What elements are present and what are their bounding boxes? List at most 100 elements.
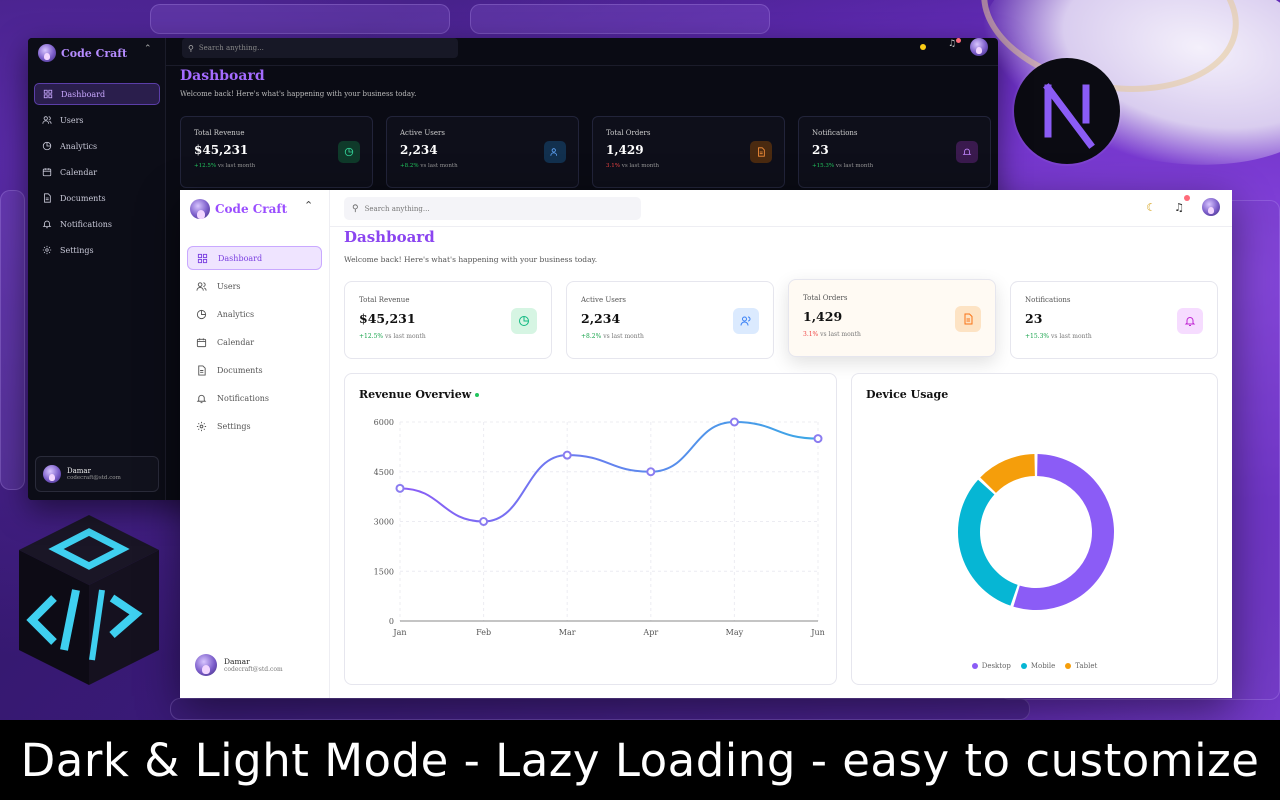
legend-item-mobile[interactable]: Mobile — [1020, 662, 1055, 670]
x-tick-label: Apr — [642, 628, 658, 637]
y-tick-label: 0 — [389, 617, 394, 626]
avatar — [43, 465, 61, 483]
stat-change: +12.5% vs last month — [194, 163, 256, 169]
chevron-up-icon[interactable]: ⌃ — [304, 199, 313, 212]
y-tick-label: 6000 — [374, 418, 394, 427]
sidebar-item-settings[interactable]: Settings — [34, 239, 160, 261]
bell-icon[interactable]: ♫ — [948, 39, 956, 49]
page-title: Dashboard — [180, 68, 265, 84]
decor-card — [470, 4, 770, 34]
sidebar-item-label: Users — [217, 281, 241, 291]
y-tick-label: 3000 — [374, 518, 394, 527]
sidebar-item-dashboard[interactable]: Dashboard — [34, 83, 160, 105]
sidebar-item-label: Dashboard — [61, 89, 106, 99]
data-point — [813, 434, 823, 444]
brand-logo-icon — [190, 199, 210, 219]
pie-chart-icon — [511, 308, 537, 334]
sidebar-item-notifications[interactable]: Notifications — [34, 213, 160, 235]
bell-icon — [956, 141, 978, 163]
legend-item-tablet[interactable]: Tablet — [1065, 662, 1097, 670]
sidebar-item-analytics[interactable]: Analytics — [187, 302, 322, 326]
x-tick-label: Jan — [392, 628, 406, 637]
light-nav: Dashboard Users Analytics Calendar Docum… — [187, 246, 322, 442]
revenue-line-chart: 6000 4500 3000 1500 0 Jan Feb Mar Apr May Jun — [374, 417, 825, 637]
avatar[interactable] — [1202, 198, 1220, 216]
sidebar-item-label: Calendar — [217, 337, 255, 347]
document-icon — [44, 193, 51, 203]
sidebar-item-label: Settings — [217, 421, 251, 431]
chevron-up-icon[interactable]: ⌃ — [144, 44, 152, 54]
stat-card-orders: Total Orders 1,429 3.1% vs last month — [592, 116, 785, 188]
stat-title: Total Revenue — [359, 296, 410, 304]
users-icon — [196, 281, 207, 291]
calendar-icon — [196, 337, 207, 347]
light-user-profile[interactable]: Damar codecraft@std.com — [195, 654, 283, 676]
stat-title: Notifications — [1025, 296, 1071, 304]
stat-card-users: Active Users 2,234 +8.2% vs last month — [386, 116, 579, 188]
stat-value: 23 — [812, 143, 829, 157]
stat-change: +15.3% vs last month — [812, 163, 874, 169]
dark-sidebar: Code Craft ⌃ Dashboard Users Analytics C… — [28, 38, 166, 500]
banner-text: Dark & Light Mode - Lazy Loading - easy … — [20, 733, 1260, 787]
stat-value: $45,231 — [194, 143, 249, 157]
sidebar-item-dashboard[interactable]: Dashboard — [187, 246, 322, 270]
sidebar-item-settings[interactable]: Settings — [187, 414, 322, 438]
moon-icon[interactable]: ☾ — [1146, 201, 1156, 214]
x-tick-label: Feb — [476, 628, 491, 637]
dark-brand[interactable]: Code Craft — [38, 44, 127, 62]
users-icon — [733, 308, 759, 334]
sidebar-item-documents[interactable]: Documents — [34, 187, 160, 209]
search-icon: ⚲ — [352, 203, 359, 214]
legend-item-desktop[interactable]: Desktop — [971, 662, 1011, 670]
sidebar-item-label: Documents — [217, 365, 263, 375]
bell-icon — [1177, 308, 1203, 334]
sidebar-item-label: Notifications — [217, 393, 270, 403]
stat-card-users: Active Users 2,234 +8.2% vs last month — [566, 281, 774, 359]
search-placeholder: Search anything... — [198, 44, 264, 52]
revenue-overview-panel: Revenue Overview 6000 4500 3000 1500 0 Jan Feb… — [344, 373, 837, 685]
sidebar-item-calendar[interactable]: Calendar — [34, 161, 160, 183]
dark-user-profile[interactable]: Damar codecraft@std.com — [35, 456, 159, 492]
bell-icon — [42, 220, 52, 229]
document-icon — [955, 306, 981, 332]
stat-title: Active Users — [400, 129, 445, 137]
sidebar-item-label: Settings — [60, 245, 94, 255]
user-name: Damar — [67, 467, 91, 475]
search-input[interactable]: ⚲ Search anything... — [344, 197, 641, 220]
avatar[interactable] — [970, 38, 988, 56]
donut-slice-desktop — [1013, 454, 1114, 610]
sidebar-item-analytics[interactable]: Analytics — [34, 135, 160, 157]
stat-title: Notifications — [812, 129, 858, 137]
stat-title: Total Orders — [803, 294, 848, 302]
sun-icon[interactable] — [920, 44, 926, 50]
stat-value: 2,234 — [400, 143, 438, 157]
sidebar-item-users[interactable]: Users — [34, 109, 160, 131]
sidebar-item-label: Calendar — [60, 167, 98, 177]
grid-icon — [43, 89, 53, 99]
donut-slice-mobile — [958, 479, 1018, 606]
code-cube-logo-icon — [14, 510, 164, 690]
sidebar-item-label: Dashboard — [218, 253, 263, 263]
promo-banner: Dark & Light Mode - Lazy Loading - easy … — [0, 720, 1280, 800]
search-input[interactable]: ⚲ Search anything... — [182, 38, 458, 58]
sidebar-item-label: Users — [60, 115, 84, 125]
sidebar-item-users[interactable]: Users — [187, 274, 322, 298]
sidebar-item-notifications[interactable]: Notifications — [187, 386, 322, 410]
stat-title: Active Users — [581, 296, 626, 304]
bell-icon[interactable]: ♫ — [1174, 194, 1190, 214]
sidebar-item-documents[interactable]: Documents — [187, 358, 322, 382]
x-tick-label: Mar — [559, 628, 576, 637]
nextjs-logo-icon — [1014, 58, 1120, 164]
light-brand[interactable]: Code Craft — [190, 199, 287, 219]
sidebar-item-label: Notifications — [60, 219, 113, 229]
decor-card — [170, 698, 1030, 720]
stat-card-revenue: Total Revenue $45,231 +12.5% vs last mon… — [344, 281, 552, 359]
stat-cards: Total Revenue $45,231 +12.5% vs last mon… — [344, 279, 1218, 359]
device-donut-chart — [958, 454, 1114, 610]
search-icon: ⚲ — [188, 43, 194, 53]
stat-card-notifications: Notifications 23 +15.3% vs last month — [798, 116, 991, 188]
topbar-actions: ☾ ♫ — [1146, 194, 1220, 216]
stat-cards: Total Revenue $45,231 +12.5% vs last mon… — [180, 116, 991, 188]
stat-title: Total Revenue — [194, 129, 245, 137]
sidebar-item-calendar[interactable]: Calendar — [187, 330, 322, 354]
